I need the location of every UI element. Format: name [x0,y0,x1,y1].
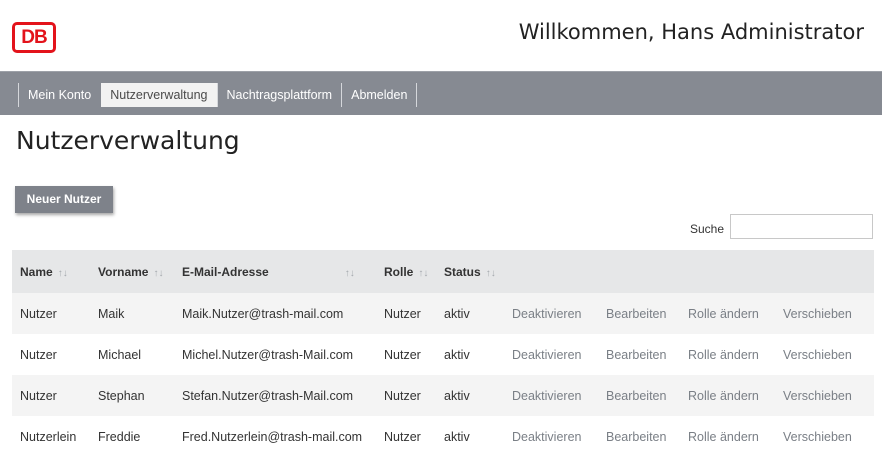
column-label: Name [20,264,53,279]
deactivate-link[interactable]: Deaktivieren [504,416,598,457]
cell-rolle: Nutzer [384,347,421,362]
column-header-empty [775,250,874,293]
column-label: Rolle [384,264,414,279]
deactivate-link[interactable]: Deaktivieren [504,293,598,334]
column-header-empty [598,250,680,293]
column-header-status[interactable]: Status ↑↓ [436,250,504,293]
cell-email: Stefan.Nutzer@trash-Mail.com [182,388,354,403]
deactivate-link[interactable]: Deaktivieren [504,375,598,416]
change-role-link[interactable]: Rolle ändern [680,375,775,416]
sort-arrows-icon[interactable]: ↑↓ [345,268,355,279]
sort-arrows-icon[interactable]: ↑↓ [58,268,68,279]
sort-arrows-icon[interactable]: ↑↓ [486,268,496,279]
table-row: Nutzerlein Freddie Fred.Nutzerlein@trash… [12,416,874,457]
sort-arrows-icon[interactable]: ↑↓ [153,268,163,279]
column-label: Status [444,264,481,279]
edit-link[interactable]: Bearbeiten [598,375,680,416]
column-header-email[interactable]: E-Mail-Adresse ↑↓ [174,250,376,293]
nav-item-nutzerverwaltung[interactable]: Nutzerverwaltung [101,83,217,107]
cell-rolle: Nutzer [384,306,421,321]
edit-link[interactable]: Bearbeiten [598,293,680,334]
cell-name: Nutzer [20,388,57,403]
cell-name: Nutzer [20,306,57,321]
nav-item-nachtragsplattform[interactable]: Nachtragsplattform [216,83,342,107]
table-row: Nutzer Michael Michel.Nutzer@trash-Mail.… [12,334,874,375]
move-link[interactable]: Verschieben [775,334,874,375]
change-role-link[interactable]: Rolle ändern [680,416,775,457]
welcome-message: Willkommen, Hans Administrator [518,20,864,44]
deactivate-link[interactable]: Deaktivieren [504,334,598,375]
cell-name: Nutzerlein [20,429,77,444]
cell-email: Fred.Nutzerlein@trash-mail.com [182,429,363,444]
search-input[interactable] [730,214,873,239]
move-link[interactable]: Verschieben [775,293,874,334]
edit-link[interactable]: Bearbeiten [598,334,680,375]
column-label: E-Mail-Adresse [182,264,269,279]
table-row: Nutzer Stephan Stefan.Nutzer@trash-Mail.… [12,375,874,416]
cell-email: Michel.Nutzer@trash-Mail.com [182,347,354,362]
table-row: Nutzer Maik Maik.Nutzer@trash-mail.com N… [12,293,874,334]
cell-status: aktiv [444,429,470,444]
cell-status: aktiv [444,347,470,362]
sort-arrows-icon[interactable]: ↑↓ [418,268,428,279]
column-header-name[interactable]: Name ↑↓ [12,250,90,293]
cell-email: Maik.Nutzer@trash-mail.com [182,306,344,321]
column-header-empty [504,250,598,293]
cell-rolle: Nutzer [384,388,421,403]
db-logo[interactable]: DB [12,22,56,53]
users-table: Name ↑↓ Vorname ↑↓ E-Mail-Adresse ↑↓ Rolle ↑… [12,250,874,457]
move-link[interactable]: Verschieben [775,375,874,416]
table-header-row: Name ↑↓ Vorname ↑↓ E-Mail-Adresse ↑↓ Rolle ↑… [12,250,874,293]
main-navigation: Mein Konto Nutzerverwaltung Nachtragspla… [0,71,882,115]
cell-status: aktiv [444,306,470,321]
cell-vorname: Freddie [98,429,141,444]
column-header-rolle[interactable]: Rolle ↑↓ [376,250,436,293]
cell-vorname: Stephan [98,388,145,403]
cell-name: Nutzer [20,347,57,362]
cell-status: aktiv [444,388,470,403]
search-label: Suche [690,222,725,236]
cell-vorname: Maik [98,306,125,321]
cell-vorname: Michael [98,347,142,362]
change-role-link[interactable]: Rolle ändern [680,293,775,334]
column-label: Vorname [98,264,149,279]
column-header-vorname[interactable]: Vorname ↑↓ [90,250,174,293]
cell-rolle: Nutzer [384,429,421,444]
page-header: DB Willkommen, Hans Administrator [0,0,882,71]
page-title: Nutzerverwaltung [16,126,240,155]
nav-item-mein-konto[interactable]: Mein Konto [18,83,100,107]
new-user-button[interactable]: Neuer Nutzer [15,186,113,213]
change-role-link[interactable]: Rolle ändern [680,334,775,375]
edit-link[interactable]: Bearbeiten [598,416,680,457]
move-link[interactable]: Verschieben [775,416,874,457]
nav-item-abmelden[interactable]: Abmelden [341,83,418,107]
column-header-empty [680,250,775,293]
